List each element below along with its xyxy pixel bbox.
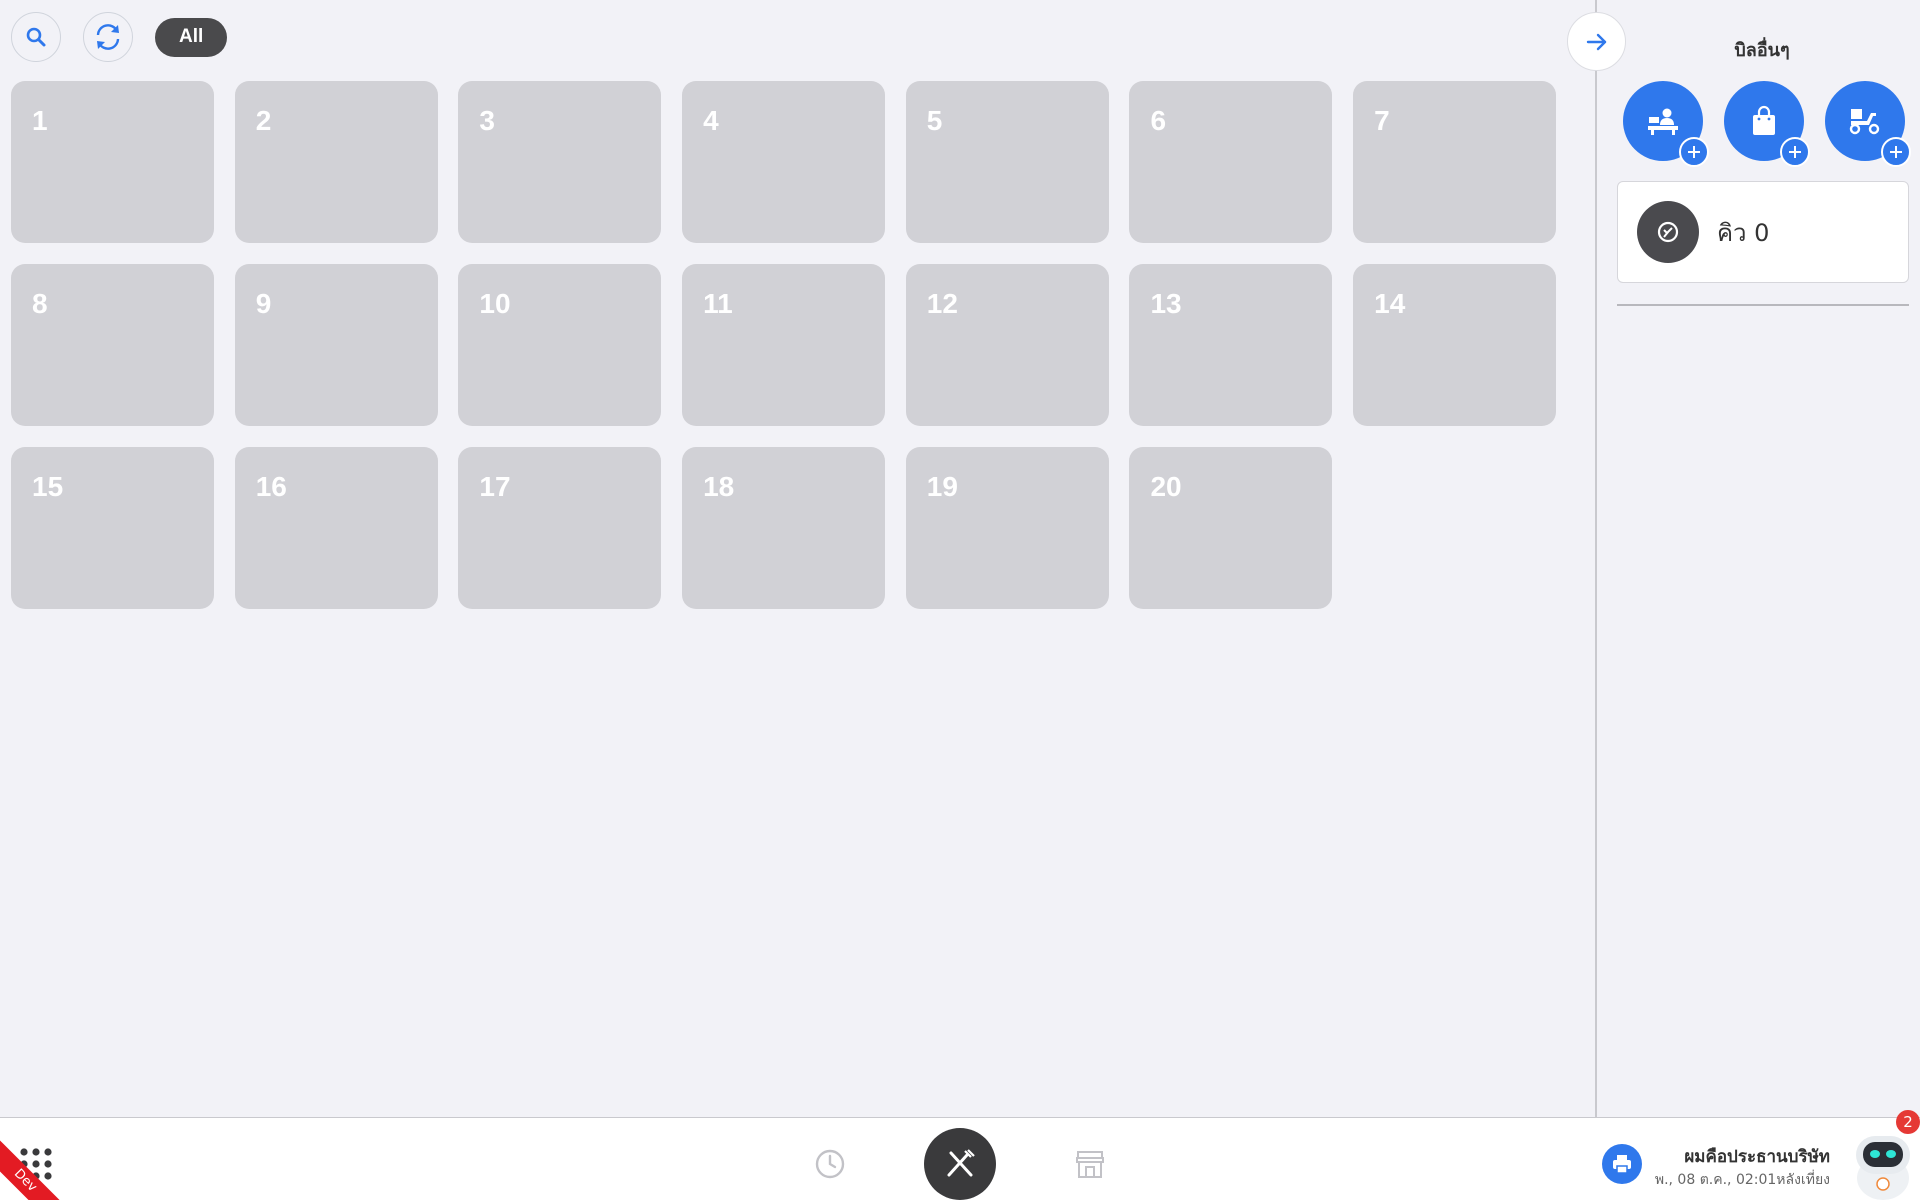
queue-icon bbox=[1637, 201, 1699, 263]
table-card[interactable]: 5 bbox=[905, 81, 1109, 243]
top-toolbar: All bbox=[11, 12, 228, 62]
table-card[interactable]: 19 bbox=[905, 447, 1109, 609]
printer-button[interactable] bbox=[1602, 1144, 1642, 1184]
takeaway-bag-icon bbox=[1753, 105, 1775, 135]
table-card[interactable]: 8 bbox=[11, 264, 214, 426]
table-card[interactable]: 11 bbox=[682, 264, 886, 426]
table-card[interactable]: 18 bbox=[682, 447, 886, 609]
search-button[interactable] bbox=[11, 12, 61, 62]
arrow-right-icon bbox=[1586, 33, 1606, 50]
table-number: 1 bbox=[32, 105, 48, 136]
table-number: 9 bbox=[255, 288, 272, 319]
delivery-bill-button[interactable] bbox=[1825, 81, 1911, 167]
queue-card[interactable]: คิว 0 bbox=[1617, 181, 1909, 283]
delivery-scooter-icon bbox=[1849, 109, 1880, 135]
table-number: 3 bbox=[479, 105, 495, 136]
table-number: 11 bbox=[703, 288, 733, 319]
panel-divider bbox=[1595, 0, 1597, 1117]
table-card[interactable]: 13 bbox=[1129, 264, 1333, 426]
table-number: 10 bbox=[479, 288, 511, 319]
dine-in-bill-button[interactable] bbox=[1623, 81, 1709, 167]
table-card[interactable]: 20 bbox=[1129, 447, 1333, 609]
table-card[interactable]: 14 bbox=[1353, 264, 1557, 426]
table-number: 5 bbox=[926, 105, 943, 136]
table-number: 2 bbox=[255, 105, 272, 136]
plus-icon bbox=[1679, 137, 1709, 167]
user-name: ผมคือประธานบริษัท bbox=[1684, 1147, 1830, 1167]
table-number: 12 bbox=[926, 288, 958, 319]
datetime-label: พ., 08 ต.ค., 02:01หลังเที่ยง bbox=[1654, 1172, 1830, 1188]
table-number: 7 bbox=[1374, 105, 1390, 136]
plus-icon bbox=[1881, 137, 1911, 167]
table-number: 8 bbox=[32, 288, 48, 319]
table-card[interactable]: 16 bbox=[234, 447, 438, 609]
panel-separator bbox=[1617, 304, 1909, 306]
plus-icon bbox=[1780, 137, 1810, 167]
table-number: 20 bbox=[1150, 471, 1182, 502]
table-number: 18 bbox=[703, 471, 735, 502]
refresh-button[interactable] bbox=[83, 12, 133, 62]
table-grid: 1 2 3 4 5 6 7 8 9 10 11 12 13 14 15 16 17 18 19 20 bbox=[11, 81, 1557, 609]
store-icon bbox=[1076, 1151, 1104, 1178]
table-card[interactable]: 1 bbox=[11, 81, 214, 243]
table-card[interactable]: 15 bbox=[11, 447, 214, 609]
table-number: 14 bbox=[1374, 288, 1406, 319]
table-card[interactable]: 10 bbox=[458, 264, 662, 426]
bill-type-buttons bbox=[1623, 81, 1911, 167]
table-number: 6 bbox=[1150, 105, 1167, 136]
printer-icon bbox=[1613, 1155, 1631, 1174]
notification-badge: 2 bbox=[1896, 1110, 1920, 1134]
table-card[interactable]: 4 bbox=[682, 81, 886, 243]
table-number: 15 bbox=[32, 471, 64, 502]
filter-chip-all[interactable]: All bbox=[155, 17, 228, 57]
clock-icon bbox=[815, 1149, 845, 1179]
table-card[interactable]: 12 bbox=[905, 264, 1109, 426]
dine-in-counter-icon bbox=[1648, 108, 1678, 135]
store-nav-button[interactable] bbox=[1060, 1134, 1120, 1194]
table-card[interactable]: 7 bbox=[1353, 81, 1557, 243]
bottom-nav bbox=[800, 1128, 1120, 1200]
table-number: 17 bbox=[479, 471, 511, 502]
other-bills-title: บิลอื่นๆ bbox=[1734, 40, 1790, 61]
refresh-icon bbox=[96, 24, 120, 50]
takeaway-bill-button[interactable] bbox=[1724, 81, 1810, 167]
table-card[interactable]: 2 bbox=[234, 81, 438, 243]
queue-label: คิว 0 bbox=[1717, 218, 1770, 247]
table-card[interactable]: 6 bbox=[1129, 81, 1333, 243]
table-number: 4 bbox=[703, 105, 719, 136]
table-card[interactable]: 3 bbox=[458, 81, 662, 243]
search-icon bbox=[26, 27, 46, 47]
tables-nav-button[interactable] bbox=[924, 1128, 996, 1200]
table-number: 13 bbox=[1150, 288, 1182, 319]
table-card[interactable]: 17 bbox=[458, 447, 662, 609]
utensils-icon bbox=[947, 1149, 975, 1177]
history-nav-button[interactable] bbox=[800, 1134, 860, 1194]
table-number: 16 bbox=[255, 471, 287, 502]
table-number: 19 bbox=[926, 471, 958, 502]
table-card[interactable]: 9 bbox=[234, 264, 438, 426]
